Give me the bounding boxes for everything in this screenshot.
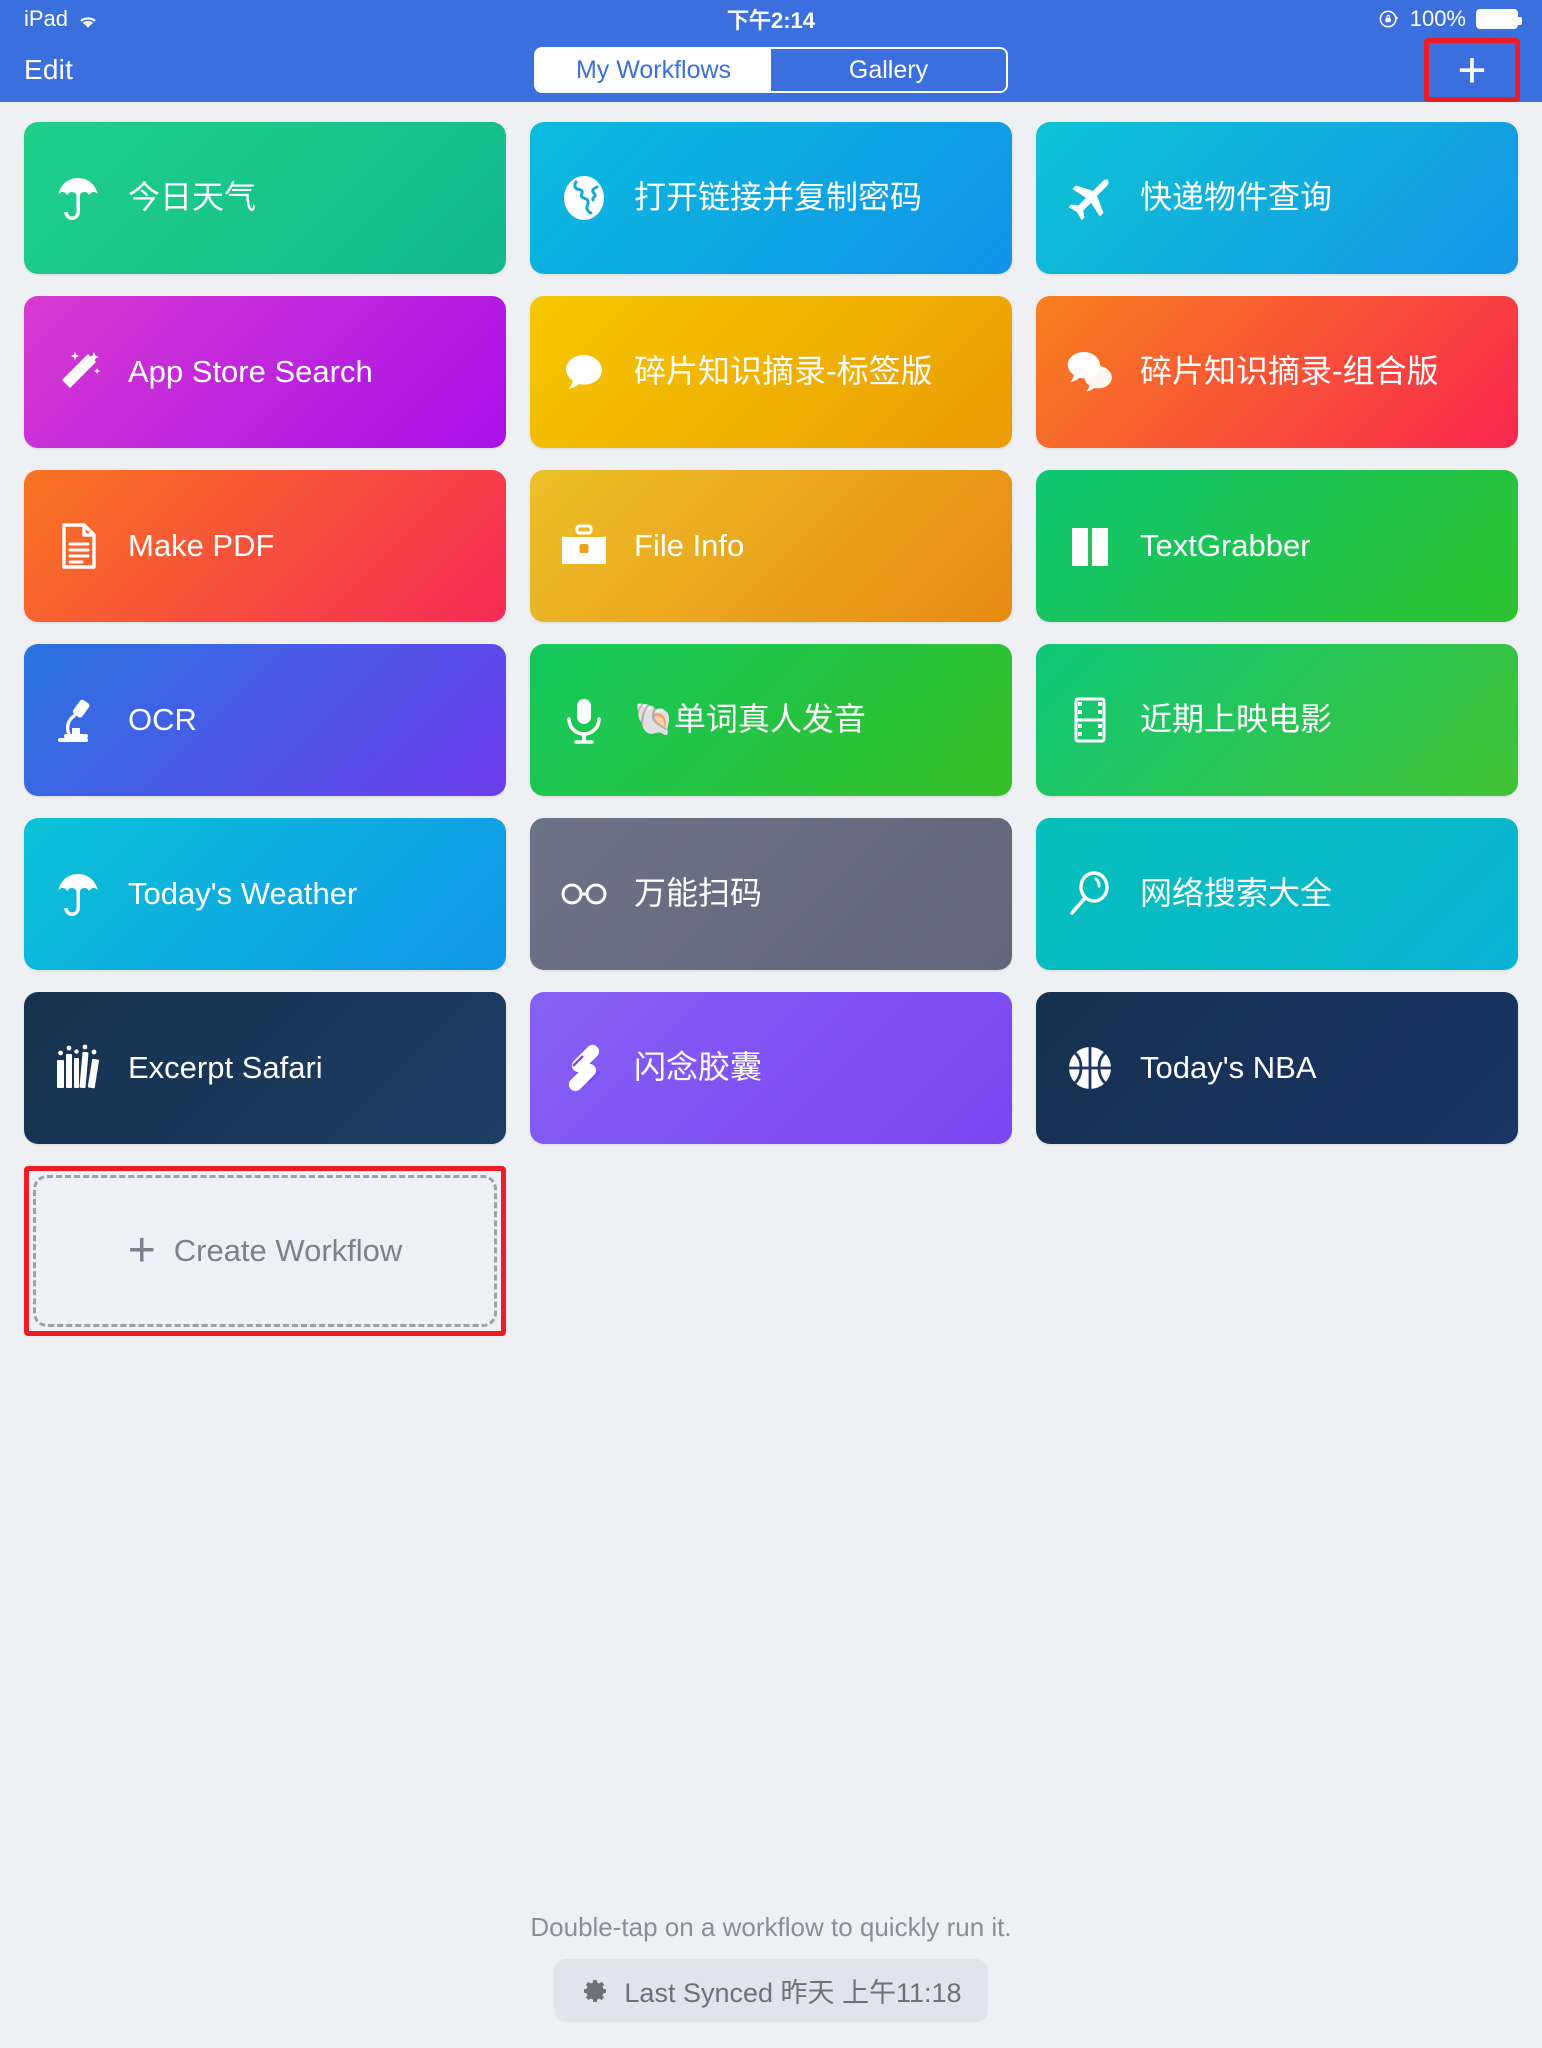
document-icon xyxy=(50,518,106,574)
tab-my-workflows[interactable]: My Workflows xyxy=(536,49,771,91)
plus-icon[interactable]: + xyxy=(1457,45,1486,95)
magic-wand-icon xyxy=(50,344,106,400)
add-workflow-button-wrap[interactable]: + xyxy=(1424,38,1520,102)
workflow-tile-label: 快递物件查询 xyxy=(1140,179,1333,216)
workflow-tile-package-tracking[interactable]: 快递物件查询 xyxy=(1036,122,1518,274)
workflow-tile-label: File Info xyxy=(634,528,745,564)
workflow-tile-word-pronunciation[interactable]: 🐚单词真人发音 xyxy=(530,644,1012,796)
workflow-tile-label: 🐚单词真人发音 xyxy=(634,701,866,738)
workflow-tile-label: 打开链接并复制密码 xyxy=(634,179,923,216)
capsules-icon xyxy=(556,1040,612,1096)
workflow-tile-universal-scan[interactable]: 万能扫码 xyxy=(530,818,1012,970)
edit-button[interactable]: Edit xyxy=(24,54,73,86)
magnifier-icon xyxy=(1062,866,1118,922)
globe-icon xyxy=(556,170,612,226)
workflow-tile-today-weather-cn[interactable]: 今日天气 xyxy=(24,122,506,274)
rotation-lock-icon xyxy=(1378,8,1400,30)
microphone-icon xyxy=(556,692,612,748)
workflow-tile-recent-movies[interactable]: 近期上映电影 xyxy=(1036,644,1518,796)
workflow-tile-label: 碎片知识摘录-标签版 xyxy=(634,353,933,390)
workflow-tile-label: 近期上映电影 xyxy=(1140,701,1333,738)
workflow-tile-app-store-search[interactable]: App Store Search xyxy=(24,296,506,448)
tab-gallery[interactable]: Gallery xyxy=(771,49,1006,91)
status-bar-time: 下午2:14 xyxy=(726,8,816,33)
two-speech-bubbles-icon xyxy=(1062,344,1118,400)
workflow-tile-textgrabber[interactable]: TextGrabber xyxy=(1036,470,1518,622)
navigation-bar: Edit My Workflows Gallery + xyxy=(0,38,1542,102)
footer: Double-tap on a workflow to quickly run … xyxy=(0,1912,1542,2022)
books-icon xyxy=(50,1040,106,1096)
segmented-control[interactable]: My Workflows Gallery xyxy=(534,47,1008,93)
workflow-tile-label: 万能扫码 xyxy=(634,875,763,912)
workflow-tile-open-link-copy-password[interactable]: 打开链接并复制密码 xyxy=(530,122,1012,274)
last-synced-button[interactable]: Last Synced 昨天 上午11:18 xyxy=(554,1959,988,2022)
workflow-tile-label: App Store Search xyxy=(128,354,373,390)
gear-icon xyxy=(580,1976,610,2006)
wifi-icon xyxy=(77,10,99,28)
basketball-icon xyxy=(1062,1040,1118,1096)
workflow-tile-ocr[interactable]: OCR xyxy=(24,644,506,796)
speech-bubble-icon xyxy=(556,344,612,400)
workflow-tile-label: 今日天气 xyxy=(128,179,257,216)
workflow-tile-make-pdf[interactable]: Make PDF xyxy=(24,470,506,622)
open-book-icon xyxy=(1062,518,1118,574)
plus-icon: + xyxy=(127,1224,156,1277)
workflow-tile-label: Make PDF xyxy=(128,528,275,564)
device-name: iPad xyxy=(24,6,69,31)
workflow-tile-file-info[interactable]: File Info xyxy=(530,470,1012,622)
status-bar-left: iPad xyxy=(24,6,99,32)
workflow-tile-label: 碎片知识摘录-组合版 xyxy=(1140,353,1439,390)
workflow-tile-label: 闪念胶囊 xyxy=(634,1049,763,1086)
workflow-tile-label: Excerpt Safari xyxy=(128,1050,323,1086)
workflow-tile-todays-weather[interactable]: Today's Weather xyxy=(24,818,506,970)
microscope-icon xyxy=(50,692,106,748)
umbrella-icon xyxy=(50,170,106,226)
workflow-tile-flash-capsule[interactable]: 闪念胶囊 xyxy=(530,992,1012,1144)
double-tap-hint: Double-tap on a workflow to quickly run … xyxy=(530,1912,1012,1942)
umbrella-icon xyxy=(50,866,106,922)
last-synced-label: Last Synced 昨天 上午11:18 xyxy=(624,1978,962,2008)
workflow-tile-label: TextGrabber xyxy=(1140,528,1311,564)
create-workflow-label: Create Workflow xyxy=(173,1233,403,1268)
workflow-tile-knowledge-excerpt-tag[interactable]: 碎片知识摘录-标签版 xyxy=(530,296,1012,448)
workflow-tile-label: Today's Weather xyxy=(128,876,358,912)
airplane-icon xyxy=(1062,170,1118,226)
battery-percent-label: 100% xyxy=(1409,6,1466,31)
workflow-tile-label: OCR xyxy=(128,702,197,738)
create-workflow-cell[interactable]: + Create Workflow xyxy=(24,1166,506,1336)
workflow-tile-web-search-collection[interactable]: 网络搜索大全 xyxy=(1036,818,1518,970)
battery-full-icon xyxy=(1476,9,1522,29)
workflow-grid: 今日天气 打开链接并复制密码 快递物件查询 App Store Search 碎… xyxy=(0,102,1542,1336)
create-workflow-button[interactable]: + Create Workflow xyxy=(33,1175,497,1327)
status-bar-right: 100% xyxy=(1378,6,1522,32)
workflow-tile-excerpt-safari[interactable]: Excerpt Safari xyxy=(24,992,506,1144)
workflow-tile-label: Today's NBA xyxy=(1140,1050,1317,1086)
workflow-tile-label: 网络搜索大全 xyxy=(1140,875,1333,912)
status-bar: iPad 下午2:14 100% xyxy=(0,0,1542,38)
glasses-icon xyxy=(556,866,612,922)
film-strip-icon xyxy=(1062,692,1118,748)
workflow-tile-knowledge-excerpt-combo[interactable]: 碎片知识摘录-组合版 xyxy=(1036,296,1518,448)
briefcase-icon xyxy=(556,518,612,574)
workflow-tile-todays-nba[interactable]: Today's NBA xyxy=(1036,992,1518,1144)
